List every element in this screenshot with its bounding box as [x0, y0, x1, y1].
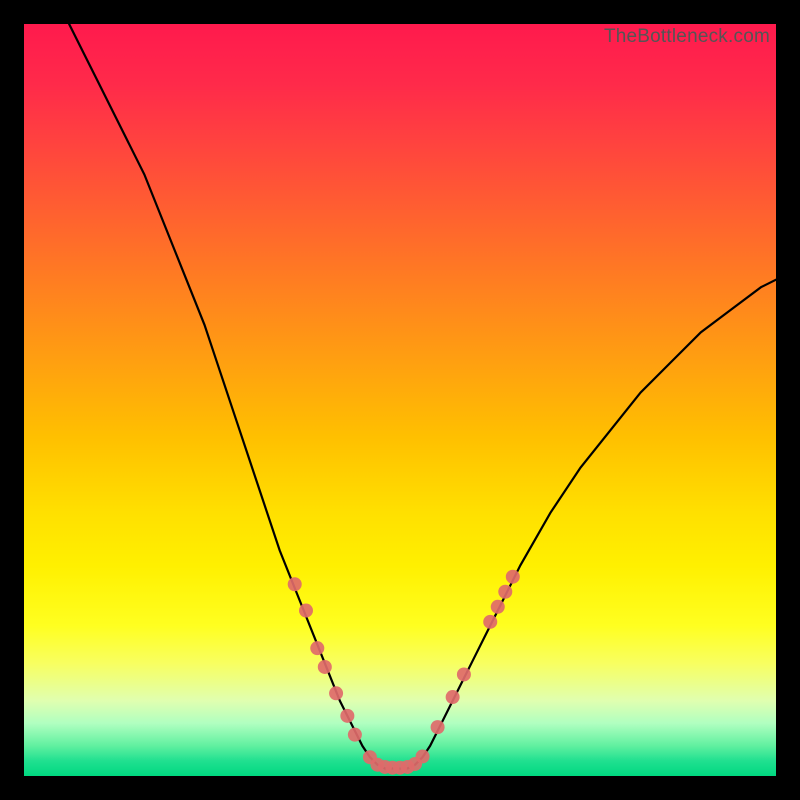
curve-marker: [310, 641, 324, 655]
curve-marker: [288, 577, 302, 591]
curve-marker: [457, 667, 471, 681]
curve-marker: [446, 690, 460, 704]
curve-marker: [329, 686, 343, 700]
chart-container: TheBottleneck.com: [0, 0, 800, 800]
curve-marker: [416, 749, 430, 763]
plot-area: TheBottleneck.com: [24, 24, 776, 776]
curve-marker: [340, 709, 354, 723]
curve-marker: [498, 585, 512, 599]
curve-marker: [483, 615, 497, 629]
curve-marker: [506, 570, 520, 584]
curve-marker: [491, 600, 505, 614]
curve-marker: [431, 720, 445, 734]
curve-marker: [299, 604, 313, 618]
bottleneck-curve: [69, 24, 776, 768]
curve-svg: [24, 24, 776, 776]
curve-marker: [348, 728, 362, 742]
curve-markers: [288, 570, 520, 775]
curve-marker: [318, 660, 332, 674]
